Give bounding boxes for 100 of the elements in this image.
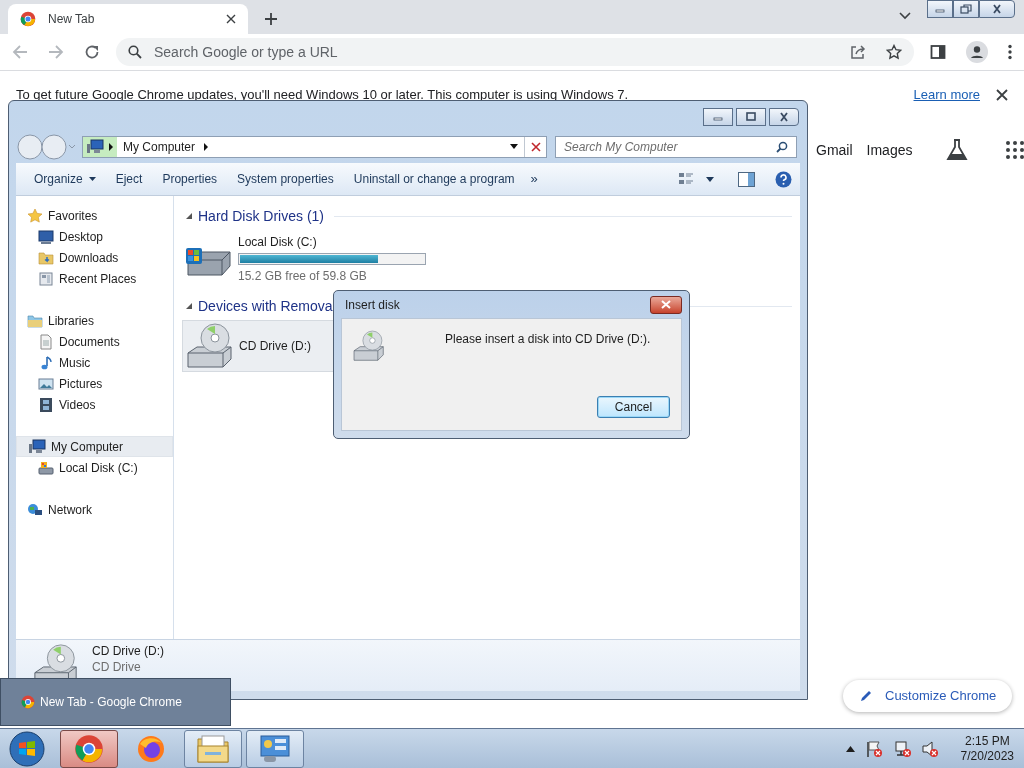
toolbar-button[interactable]: Properties bbox=[154, 167, 226, 191]
group-header: Devices with Remova bbox=[198, 296, 333, 316]
free-space-text: 15.2 GB free of 59.8 GB bbox=[238, 268, 368, 285]
caret-icon[interactable] bbox=[706, 176, 714, 182]
start-orb-icon[interactable] bbox=[8, 729, 46, 768]
chrome-logo-icon bbox=[21, 695, 35, 709]
drive-name: CD Drive (D:) bbox=[239, 338, 311, 355]
minimize-button[interactable] bbox=[927, 0, 953, 18]
chrome-logo-icon bbox=[74, 733, 104, 764]
clock[interactable]: 2:15 PM 7/20/2023 bbox=[960, 733, 1014, 764]
toolbar-button[interactable]: System properties bbox=[229, 167, 342, 191]
nav-item[interactable]: Favorites bbox=[16, 205, 173, 226]
view-options-icon[interactable] bbox=[678, 171, 694, 187]
computer-icon bbox=[28, 438, 46, 455]
close-icon[interactable] bbox=[226, 14, 236, 24]
share-icon[interactable] bbox=[850, 44, 866, 60]
close-button[interactable] bbox=[979, 0, 1015, 18]
close-icon[interactable] bbox=[996, 88, 1008, 101]
chrome-logo-icon bbox=[20, 11, 36, 27]
cancel-button[interactable]: Cancel bbox=[597, 396, 670, 418]
profile-avatar-icon[interactable] bbox=[966, 41, 988, 63]
nav-item[interactable]: Music bbox=[16, 352, 173, 373]
nav-item[interactable]: Recent Places bbox=[16, 268, 173, 289]
control-panel-icon bbox=[259, 733, 291, 764]
collapse-triangle-icon[interactable] bbox=[186, 213, 192, 219]
details-type: CD Drive bbox=[92, 660, 142, 674]
customize-chrome-button[interactable]: Customize Chrome bbox=[843, 680, 1013, 712]
nav-item[interactable]: Desktop bbox=[16, 226, 173, 247]
film-icon bbox=[38, 396, 54, 413]
header-link[interactable]: Images bbox=[866, 139, 913, 161]
drive-name: Local Disk (C:) bbox=[238, 234, 318, 251]
dialog-title: Insert disk bbox=[344, 296, 400, 314]
star-icon[interactable] bbox=[886, 44, 902, 60]
search-input[interactable]: Search My Computer bbox=[564, 137, 776, 156]
nav-item[interactable]: Network bbox=[16, 499, 173, 520]
drive-icon bbox=[38, 459, 54, 476]
search-icon bbox=[776, 140, 788, 153]
toolbar-button[interactable]: Eject bbox=[107, 167, 151, 191]
folder-icon bbox=[38, 249, 54, 266]
taskbar-button[interactable] bbox=[246, 729, 304, 768]
breadcrumb[interactable]: My Computer bbox=[123, 137, 196, 156]
computer-icon bbox=[86, 138, 104, 155]
drive-tile[interactable]: Local Disk (C:) 15.2 GB free of 59.8 GB bbox=[182, 226, 792, 292]
side-panel-icon[interactable] bbox=[930, 44, 946, 60]
nav-item[interactable]: Documents bbox=[16, 331, 173, 352]
taskbar-preview[interactable]: New Tab - Google Chrome bbox=[0, 678, 231, 726]
search-icon bbox=[128, 45, 142, 59]
preview-pane-icon[interactable] bbox=[738, 171, 755, 187]
restore-icon bbox=[960, 4, 972, 14]
taskbar-button[interactable] bbox=[184, 729, 242, 768]
reload-icon[interactable] bbox=[84, 44, 100, 60]
maximize-icon bbox=[745, 112, 757, 122]
new-tab-icon[interactable] bbox=[264, 12, 278, 26]
nav-item[interactable]: My Computer bbox=[16, 436, 173, 457]
browser-tab[interactable]: New Tab bbox=[8, 4, 248, 34]
learn-more-link[interactable]: Learn more bbox=[913, 84, 980, 105]
maximize-button[interactable] bbox=[953, 0, 979, 18]
firefox-logo-icon bbox=[136, 733, 166, 764]
caret-icon[interactable] bbox=[899, 12, 911, 20]
nav-item[interactable]: Libraries bbox=[16, 310, 173, 331]
nav-item[interactable]: Pictures bbox=[16, 373, 173, 394]
folder-icon bbox=[196, 733, 230, 764]
document-icon bbox=[38, 333, 54, 350]
header-link[interactable]: Gmail bbox=[816, 139, 853, 161]
nav-item[interactable]: Downloads bbox=[16, 247, 173, 268]
star-icon bbox=[27, 207, 43, 224]
landscape-icon bbox=[38, 375, 54, 392]
clock-date: 7/20/2023 bbox=[960, 748, 1014, 764]
menu-icon[interactable] bbox=[1008, 44, 1012, 60]
monitor-icon bbox=[38, 228, 54, 245]
minimize-button[interactable] bbox=[703, 108, 733, 126]
folder-icon bbox=[27, 312, 43, 329]
flag-icon[interactable] bbox=[864, 739, 883, 758]
apps-grid-icon[interactable] bbox=[1006, 141, 1024, 159]
dropdown-caret-icon[interactable] bbox=[510, 144, 518, 149]
clock-time: 2:15 PM bbox=[964, 733, 1010, 749]
search-field[interactable]: Search My Computer bbox=[555, 135, 797, 158]
breadcrumb-arrow-icon[interactable] bbox=[108, 142, 114, 151]
breadcrumb-arrow-icon[interactable] bbox=[203, 142, 210, 151]
address-field[interactable]: My Computer bbox=[82, 135, 547, 158]
close-icon bbox=[661, 300, 671, 309]
address-bar[interactable]: Search Google or type a URL bbox=[116, 38, 914, 66]
more-commands-button[interactable]: » bbox=[526, 169, 542, 189]
cd-drive-icon bbox=[185, 321, 235, 371]
maximize-button[interactable] bbox=[736, 108, 766, 126]
network-icon[interactable] bbox=[892, 739, 911, 758]
flask-icon[interactable] bbox=[946, 138, 969, 162]
toolbar-button[interactable]: Uninstall or change a program bbox=[345, 167, 523, 191]
stop-icon[interactable] bbox=[530, 141, 541, 152]
close-button[interactable] bbox=[769, 108, 799, 126]
toolbar-button[interactable]: Organize bbox=[26, 167, 104, 191]
nav-item[interactable]: Videos bbox=[16, 394, 173, 415]
help-icon[interactable] bbox=[775, 170, 792, 188]
show-hidden-icons-icon[interactable] bbox=[845, 745, 855, 752]
taskbar-button[interactable] bbox=[60, 729, 118, 768]
collapse-triangle-icon[interactable] bbox=[186, 303, 192, 309]
nav-item[interactable]: Local Disk (C:) bbox=[16, 457, 173, 478]
muted-speaker-icon[interactable] bbox=[920, 739, 939, 758]
close-button[interactable] bbox=[650, 295, 682, 314]
preview-title: New Tab - Google Chrome bbox=[40, 694, 182, 711]
